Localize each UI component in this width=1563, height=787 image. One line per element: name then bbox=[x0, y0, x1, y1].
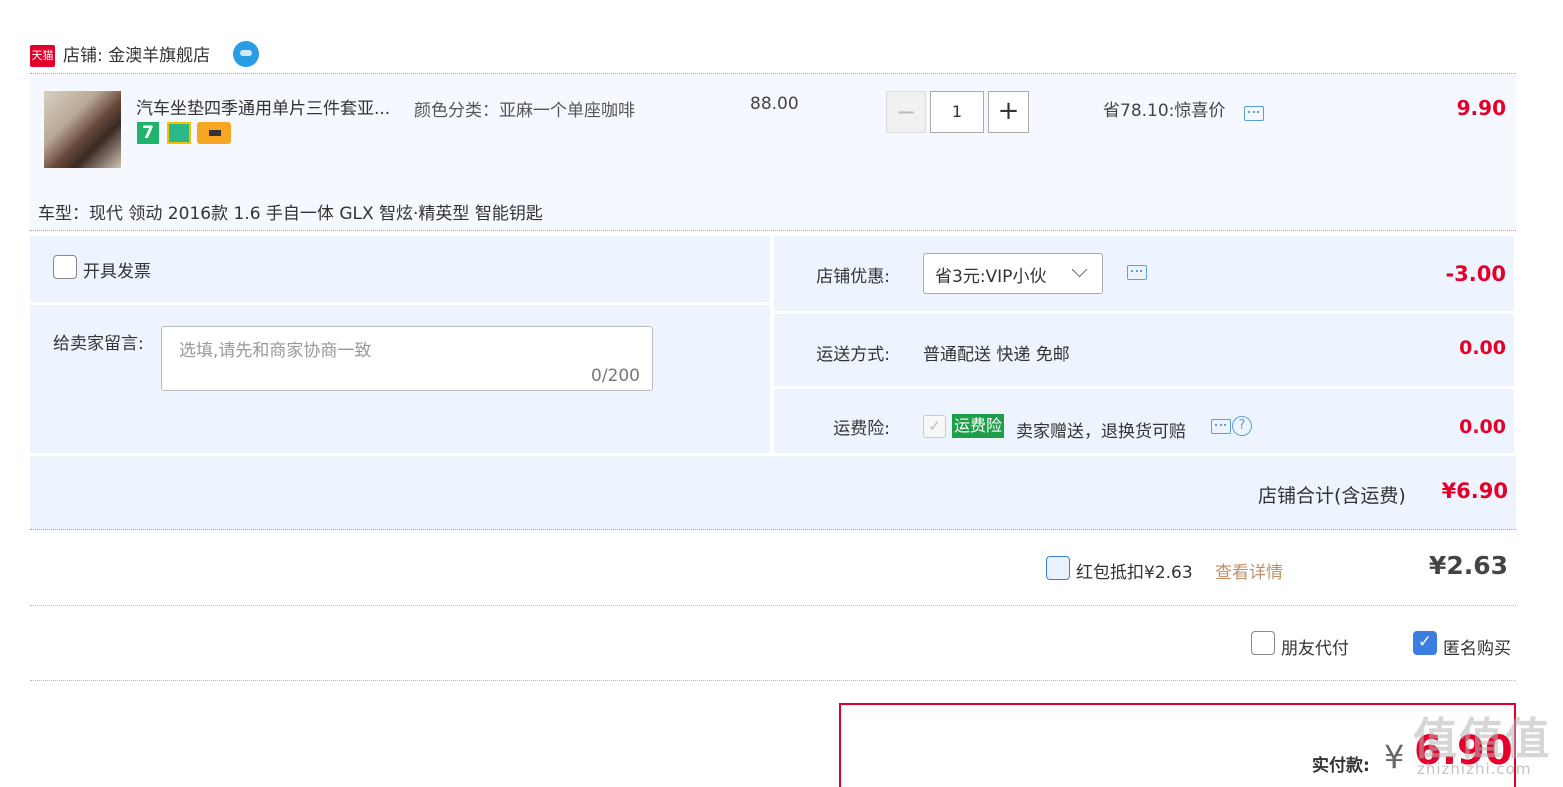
red-packet-value: ¥2.63 bbox=[1428, 551, 1508, 580]
friend-pay-checkbox[interactable] bbox=[1251, 631, 1275, 655]
product-sku: 颜色分类：亚麻一个单座咖啡 bbox=[414, 101, 635, 121]
shipping-amount: 0.00 bbox=[1459, 337, 1506, 359]
car-model: 车型：现代 领动 2016款 1.6 手自一体 GLX 智炫·精英型 智能钥匙 bbox=[38, 204, 543, 224]
insurance-checkbox: ✓ bbox=[923, 415, 946, 438]
quantity-increase-button[interactable]: + bbox=[988, 91, 1029, 133]
divider bbox=[30, 73, 1516, 74]
guarantee-icon bbox=[167, 122, 191, 144]
message-placeholder: 选填,请先和商家协商一致 bbox=[179, 341, 372, 361]
payment-label: 实付款: bbox=[1312, 756, 1370, 776]
red-packet-checkbox[interactable] bbox=[1046, 556, 1070, 580]
friend-pay-label[interactable]: 朋友代付 bbox=[1281, 634, 1349, 659]
anonymous-label[interactable]: 匿名购买 bbox=[1443, 634, 1511, 659]
shipping-label: 运送方式: bbox=[816, 345, 890, 365]
quantity-decrease-button[interactable]: − bbox=[886, 91, 926, 133]
credit-card-icon bbox=[197, 122, 231, 144]
product-title[interactable]: 汽车坐垫四季通用单片三件套亚... bbox=[136, 94, 390, 119]
comment-icon[interactable] bbox=[1127, 265, 1147, 280]
tmall-logo: 天猫 bbox=[30, 45, 55, 67]
seven-day-return-icon: 7 bbox=[137, 122, 159, 144]
divider bbox=[30, 605, 1516, 606]
insurance-tag: 运费险 bbox=[952, 414, 1005, 438]
insurance-amount: 0.00 bbox=[1459, 416, 1506, 438]
invoice-checkbox[interactable] bbox=[53, 255, 77, 279]
item-price: 9.90 bbox=[1456, 96, 1506, 120]
red-packet-label[interactable]: 红包抵扣¥2.63 bbox=[1076, 558, 1193, 583]
message-label: 给卖家留言: bbox=[53, 334, 144, 354]
quantity-input[interactable]: 1 bbox=[930, 91, 984, 133]
wangwang-chat-icon[interactable] bbox=[233, 41, 259, 67]
comment-icon[interactable] bbox=[1244, 106, 1264, 121]
product-thumbnail[interactable] bbox=[44, 91, 121, 168]
divider bbox=[30, 230, 1516, 231]
insurance-label: 运费险: bbox=[833, 419, 890, 439]
original-price: 88.00 bbox=[750, 94, 799, 114]
divider bbox=[30, 680, 1516, 681]
shop-total-label: 店铺合计(含运费) bbox=[1258, 485, 1406, 507]
coupon-label: 店铺优惠: bbox=[816, 267, 890, 287]
payment-currency: ¥ bbox=[1384, 738, 1405, 776]
view-details-link[interactable]: 查看详情 bbox=[1215, 558, 1283, 583]
shipping-method: 普通配送 快递 免邮 bbox=[923, 345, 1070, 365]
coupon-selected-value: 省3元:VIP小伙 bbox=[935, 267, 1047, 287]
anonymous-checkbox[interactable]: ✓ bbox=[1413, 631, 1437, 655]
shop-total-value: ¥6.90 bbox=[1441, 479, 1508, 503]
promotion-text: 省78.10:惊喜价 bbox=[1103, 101, 1226, 121]
coupon-amount: -3.00 bbox=[1445, 262, 1506, 286]
watermark-url: zhizhizhi.com bbox=[1417, 760, 1532, 778]
shop-name[interactable]: 店铺: 金澳羊旗舰店 bbox=[63, 45, 210, 67]
insurance-description: 卖家赠送，退换货可赔 bbox=[1016, 422, 1186, 442]
comment-icon[interactable] bbox=[1211, 419, 1231, 434]
help-icon[interactable]: ? bbox=[1232, 416, 1252, 436]
invoice-label[interactable]: 开具发票 bbox=[83, 257, 151, 282]
message-char-count: 0/200 bbox=[591, 366, 640, 386]
watermark-logo: 值值值 bbox=[1413, 714, 1551, 765]
